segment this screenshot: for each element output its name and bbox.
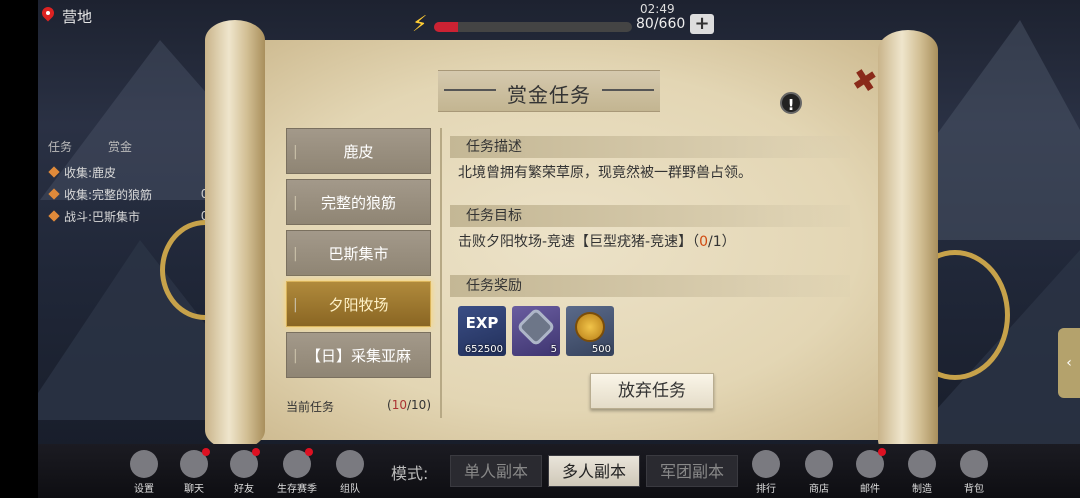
energy-timer: 02:49	[640, 2, 675, 16]
backpack-icon[interactable]: 背包	[952, 448, 996, 495]
friends-icon[interactable]: 好友	[222, 448, 266, 495]
notification-dot	[252, 448, 260, 456]
bottom-icon-glyph	[856, 448, 886, 478]
energy-bar: ⚡ 02:49 80/660 +	[412, 2, 722, 42]
reward-amount: 5	[550, 344, 557, 355]
task-count-current: 10	[391, 398, 407, 412]
bottom-icon-glyph	[908, 450, 936, 478]
chat-icon[interactable]: 聊天	[172, 448, 216, 495]
energy-progress	[434, 22, 632, 32]
bottom-icon-label: 组队	[340, 484, 360, 495]
mode-legion-button[interactable]: 军团副本	[646, 455, 738, 487]
energy-count: 80/660	[636, 16, 686, 32]
screen-edge	[0, 0, 38, 498]
task-description: 北境曾拥有繁荣草原，现竟然被一群野兽占领。	[458, 165, 752, 181]
task-goal: 击败夕阳牧场-竞速【巨型疣猪-竞速】（0/1）	[458, 231, 736, 251]
bottom-icon-glyph	[805, 450, 833, 478]
bottom-icon-label: 商店	[809, 484, 829, 495]
section-reward-title: 任务奖励	[450, 275, 850, 297]
title-plate: 赏金任务	[438, 70, 660, 112]
iron-ore-icon[interactable]: 5	[512, 306, 560, 356]
notification-dot	[878, 448, 886, 456]
tracker-header: 任务 赏金	[40, 138, 230, 155]
task-list: 鹿皮 完整的狼筋 巴斯集市 夕阳牧场 【日】采集亚麻	[286, 128, 431, 383]
bottom-icon-glyph	[960, 450, 988, 478]
bottom-icon-label: 好友	[234, 484, 254, 495]
game-scene: 营地 ⚡ 02:49 80/660 + 任务 赏金 收集:鹿皮1/ 收集:完整的…	[0, 0, 1080, 498]
tracker-item-label: 收集:完整的狼筋	[64, 187, 153, 202]
energy-fill	[434, 22, 458, 32]
bottom-icon-label: 聊天	[184, 484, 204, 495]
mail-icon[interactable]: 邮件	[848, 448, 892, 495]
lightning-icon: ⚡	[412, 12, 428, 37]
reward-amount: 500	[591, 344, 611, 355]
tracker-tab-tasks[interactable]: 任务	[48, 138, 72, 155]
tracker-item[interactable]: 收集:鹿皮1/	[40, 161, 230, 183]
task-goal-total: /1）	[708, 234, 736, 250]
gold-coin-icon[interactable]: 500	[566, 306, 614, 356]
side-panel-tab[interactable]: ‹	[1058, 328, 1080, 398]
craft-hammer-icon[interactable]: 制造	[900, 448, 944, 495]
abandon-task-button[interactable]: 放弃任务	[590, 373, 714, 409]
scroll-curl-right	[878, 30, 938, 460]
task-tracker[interactable]: 任务 赏金 收集:鹿皮1/ 收集:完整的狼筋0/1 战斗:巴斯集市0/1	[40, 138, 230, 227]
diamond-icon	[48, 210, 60, 222]
exp-icon[interactable]: EXP 652500	[458, 306, 506, 356]
mode-label: 模式:	[391, 464, 429, 483]
bottom-icon-glyph	[180, 448, 210, 478]
notification-dot	[305, 448, 313, 456]
bottom-icon-glyph	[283, 448, 313, 478]
coin-shape	[575, 312, 605, 342]
task-count-footer: 当前任务 (10/10)	[286, 398, 431, 415]
tracker-item[interactable]: 收集:完整的狼筋0/1	[40, 183, 230, 205]
bottom-icon-label: 背包	[964, 484, 984, 495]
location-name: 营地	[62, 8, 93, 26]
section-goal-title: 任务目标	[450, 205, 850, 227]
tracker-item-label: 收集:鹿皮	[64, 165, 117, 180]
mode-solo-button[interactable]: 单人副本	[450, 455, 542, 487]
bottom-icon-glyph	[752, 450, 780, 478]
mode-multi-button[interactable]: 多人副本	[548, 455, 640, 487]
section-description-title: 任务描述	[450, 136, 850, 158]
bottom-icon-glyph	[336, 450, 364, 478]
ranking-icon[interactable]: 排行	[744, 448, 788, 495]
location-indicator[interactable]: 营地	[40, 6, 92, 27]
shop-bag-icon[interactable]: 商店	[797, 448, 841, 495]
task-item[interactable]: 【日】采集亚麻	[286, 332, 431, 379]
bottom-icon-glyph	[130, 450, 158, 478]
task-count: (10/10)	[387, 398, 431, 415]
task-item[interactable]: 鹿皮	[286, 128, 431, 175]
iron-shape	[516, 307, 556, 347]
bottom-icon-label: 邮件	[860, 484, 880, 495]
scroll-curl-left	[205, 20, 265, 450]
task-item[interactable]: 巴斯集市	[286, 230, 431, 277]
task-count-total: /10)	[407, 398, 431, 412]
diamond-icon	[48, 166, 60, 178]
task-goal-progress: 0	[699, 234, 709, 250]
bottom-icon-glyph	[230, 448, 260, 478]
task-item-selected[interactable]: 夕阳牧场	[286, 281, 431, 328]
bottom-icon-label: 排行	[756, 484, 776, 495]
exp-glyph: EXP	[465, 314, 499, 332]
bottom-icon-label: 制造	[912, 484, 932, 495]
tracker-tab-bounty[interactable]: 赏金	[108, 138, 132, 155]
team-flag-icon[interactable]: 组队	[328, 448, 372, 495]
task-goal-text: 击败夕阳牧场-竞速【巨型疣猪-竞速】（	[458, 234, 700, 250]
gear-icon[interactable]: 设置	[122, 448, 166, 495]
ornament-right	[602, 89, 654, 95]
notification-dot	[202, 448, 210, 456]
season-icon[interactable]: 生存赛季	[275, 448, 319, 495]
divider	[440, 128, 442, 418]
reward-list: EXP 652500 5 500	[458, 306, 614, 356]
bottom-icon-label: 生存赛季	[277, 484, 317, 495]
map-pin-icon	[40, 7, 56, 27]
bottom-icon-label: 设置	[134, 484, 154, 495]
info-icon[interactable]: !	[780, 92, 802, 114]
task-item[interactable]: 完整的狼筋	[286, 179, 431, 226]
diamond-icon	[48, 188, 60, 200]
add-energy-button[interactable]: +	[690, 14, 714, 34]
reward-amount: 652500	[464, 344, 503, 355]
task-count-label: 当前任务	[286, 400, 335, 414]
tracker-item-label: 战斗:巴斯集市	[64, 209, 141, 224]
